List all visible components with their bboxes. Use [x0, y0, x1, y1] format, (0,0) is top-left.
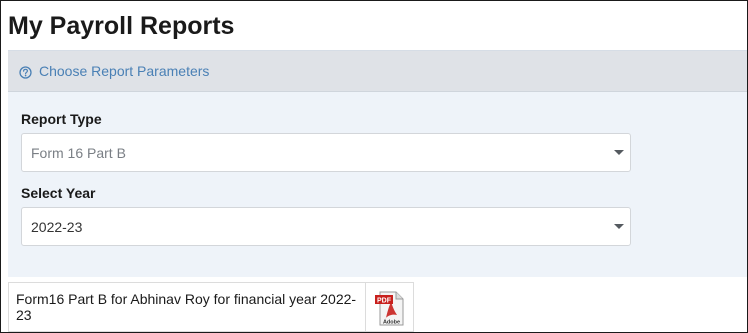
chevron-down-icon — [614, 150, 624, 155]
chevron-down-icon — [614, 224, 624, 229]
report-type-label: Report Type — [21, 111, 102, 127]
pdf-badge-text: PDF — [377, 298, 392, 305]
select-year-label: Select Year — [21, 185, 96, 201]
parameters-panel: Choose Report Parameters Report Type For… — [8, 50, 747, 277]
report-description: Form16 Part B for Abhinav Roy for financ… — [8, 282, 365, 332]
page-title: My Payroll Reports — [8, 12, 235, 40]
panel-header-label: Choose Report Parameters — [39, 63, 210, 79]
help-circle-icon — [19, 65, 32, 79]
choose-parameters-toggle[interactable]: Choose Report Parameters — [8, 51, 747, 92]
pdf-icon: PDF Adobe — [373, 289, 407, 332]
select-year-value: 2022-23 — [31, 218, 83, 235]
report-type-select[interactable]: Form 16 Part B — [21, 133, 631, 172]
adobe-caption-text: Adobe — [382, 320, 399, 326]
report-result-row: Form16 Part B for Abhinav Roy for financ… — [8, 282, 414, 332]
report-type-value: Form 16 Part B — [31, 144, 126, 161]
download-pdf-button[interactable]: PDF Adobe — [365, 282, 414, 332]
select-year-select[interactable]: 2022-23 — [21, 207, 631, 246]
report-window: My Payroll Reports Choose Report Paramet… — [0, 0, 748, 333]
